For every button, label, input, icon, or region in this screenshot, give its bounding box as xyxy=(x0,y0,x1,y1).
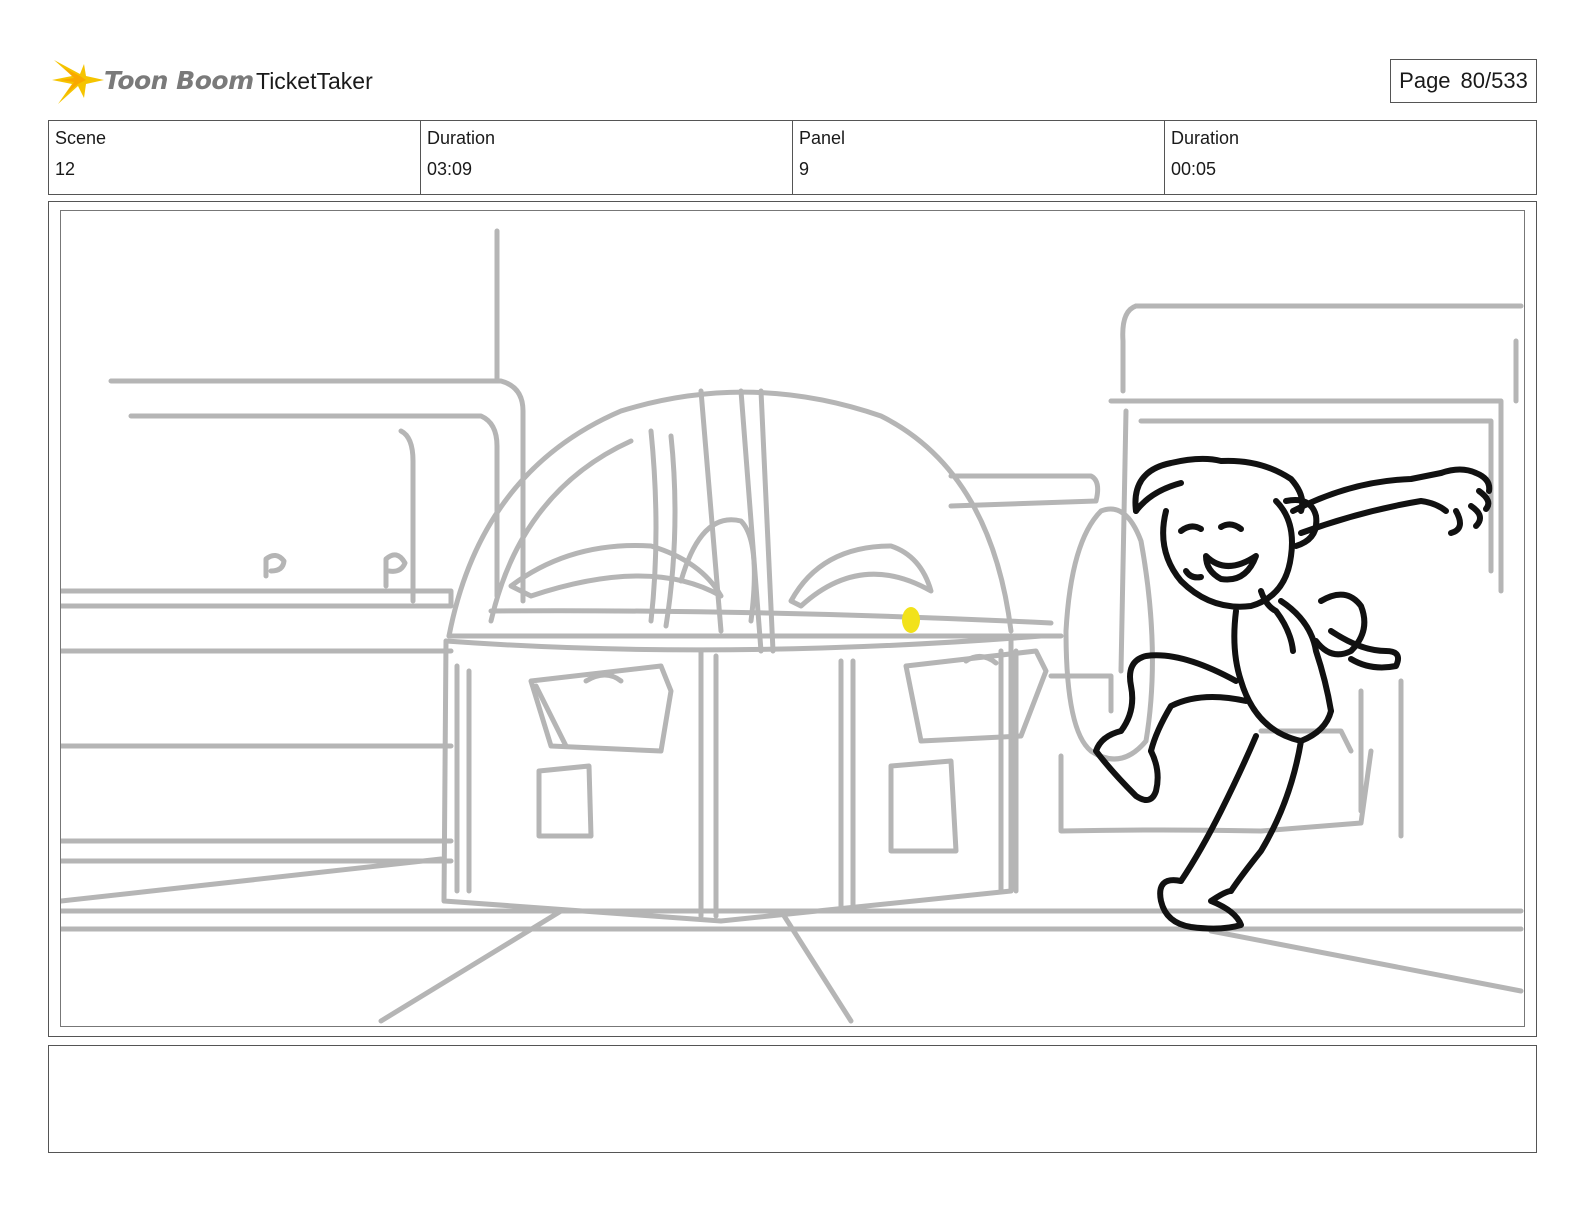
scene-info-table: Scene 12 Duration 03:09 Panel 9 Duration… xyxy=(48,120,1537,195)
panel-duration-cell: Duration 00:05 xyxy=(1165,121,1536,194)
panel-duration-label: Duration xyxy=(1171,128,1240,148)
page-indicator: Page 80/533 xyxy=(1390,59,1537,103)
scene-duration-cell: Duration 03:09 xyxy=(421,121,793,194)
scene-duration-value: 03:09 xyxy=(427,159,473,179)
panel-duration-value: 00:05 xyxy=(1171,159,1217,179)
scene-value: 12 xyxy=(55,159,76,179)
character-sketch xyxy=(1093,455,1493,932)
storyboard-sketch xyxy=(61,228,1524,1024)
scene-duration-label: Duration xyxy=(427,128,496,148)
project-title: TicketTaker xyxy=(256,68,373,94)
toon-boom-star-icon xyxy=(52,60,104,104)
highlight-marker xyxy=(902,607,920,633)
logo-text: Toon Boom xyxy=(104,66,254,95)
page-number: 80/533 xyxy=(1460,68,1528,93)
page-label: Page xyxy=(1399,68,1451,93)
scene-cell: Scene 12 xyxy=(49,121,421,194)
panel-label: Panel xyxy=(799,128,846,148)
toon-boom-logo: Toon Boom xyxy=(50,54,254,110)
storyboard-panel-frame xyxy=(48,201,1537,1037)
scene-label: Scene xyxy=(55,128,107,148)
storyboard-panel-image xyxy=(60,210,1525,1027)
panel-value: 9 xyxy=(799,159,810,179)
panel-notes-box xyxy=(48,1045,1537,1153)
panel-cell: Panel 9 xyxy=(793,121,1165,194)
